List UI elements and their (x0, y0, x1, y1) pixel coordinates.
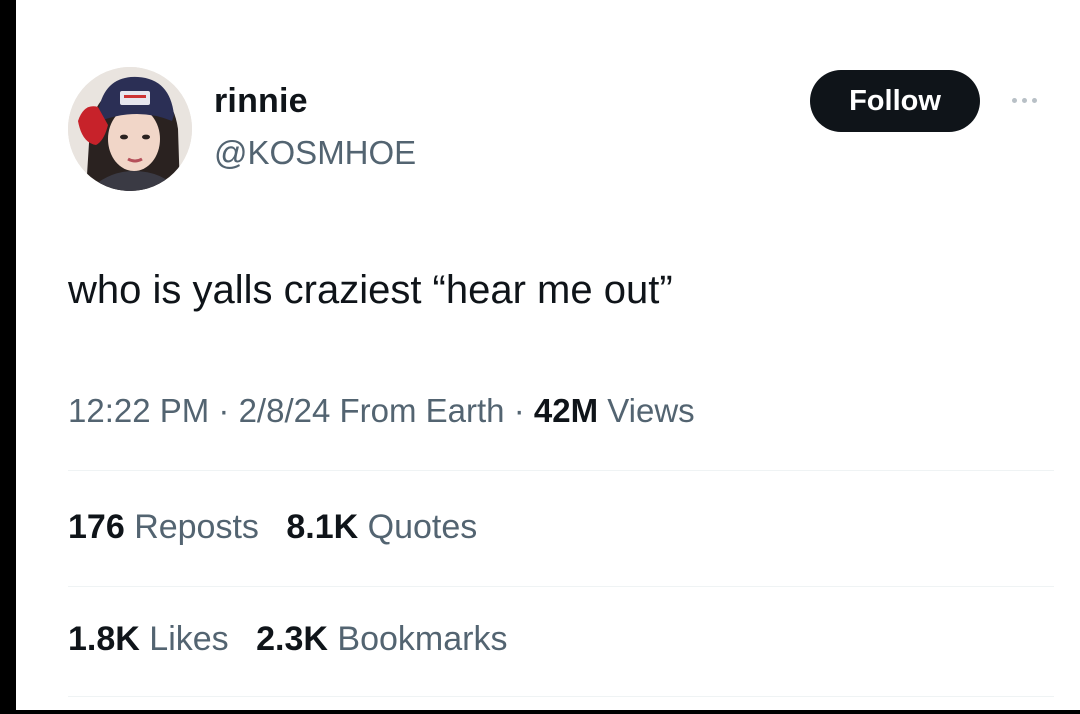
follow-button[interactable]: Follow (810, 70, 980, 132)
tweet-text: who is yalls craziest “hear me out” (68, 268, 673, 312)
avatar[interactable] (68, 67, 192, 191)
likes-stat[interactable]: 1.8K Likes (68, 620, 229, 658)
separator: · (504, 392, 534, 429)
dot-icon (1011, 97, 1017, 103)
bookmarks-label: Bookmarks (337, 620, 508, 658)
divider (68, 696, 1054, 697)
divider (68, 470, 1054, 471)
stats-row-likes-bookmarks: 1.8K Likes 2.3K Bookmarks (68, 620, 525, 659)
tweet-time[interactable]: 12:22 PM (68, 392, 209, 429)
reposts-count: 176 (68, 508, 125, 546)
more-options-icon[interactable] (1002, 88, 1046, 112)
bookmarks-stat[interactable]: 2.3K Bookmarks (256, 620, 507, 658)
quotes-stat[interactable]: 8.1K Quotes (286, 508, 477, 546)
user-handle[interactable]: @KOSMHOE (214, 134, 416, 172)
dot-icon (1031, 97, 1037, 103)
reposts-stat[interactable]: 176 Reposts (68, 508, 259, 546)
tweet-meta: 12:22 PM · 2/8/24 From Earth · 42M Views (68, 392, 695, 430)
quotes-label: Quotes (367, 508, 478, 546)
dot-icon (1021, 97, 1027, 103)
quotes-count: 8.1K (286, 508, 359, 546)
tweet-location: From Earth (339, 392, 505, 429)
avatar-image (68, 67, 192, 191)
likes-label: Likes (149, 620, 229, 658)
bookmarks-count: 2.3K (256, 620, 328, 658)
stats-row-reposts-quotes: 176 Reposts 8.1K Quotes (68, 508, 495, 547)
separator: · (209, 392, 239, 429)
divider (68, 586, 1054, 587)
tweet-date[interactable]: 2/8/24 (239, 392, 331, 429)
likes-count: 1.8K (68, 620, 140, 658)
reposts-label: Reposts (134, 508, 259, 546)
tweet-card: rinnie @KOSMHOE Follow who is yalls craz… (16, 0, 1080, 710)
views-label: Views (607, 392, 695, 429)
views-count: 42M (533, 392, 599, 429)
display-name[interactable]: rinnie (214, 82, 308, 121)
